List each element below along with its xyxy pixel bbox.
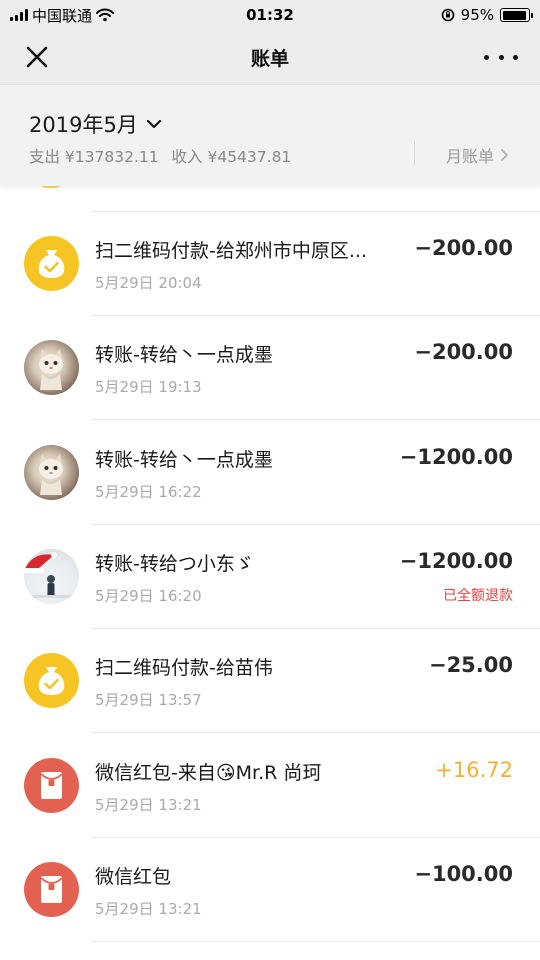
income-total: 收入 ¥45437.81 bbox=[171, 148, 292, 166]
chevron-down-icon bbox=[146, 119, 161, 129]
row-separator bbox=[92, 940, 540, 942]
transaction-amount: −100.00 bbox=[414, 861, 513, 886]
money-bag-icon bbox=[36, 186, 66, 188]
transaction-time: 5月29日 16:22 bbox=[95, 482, 202, 501]
transaction-title: 微信红包 bbox=[95, 865, 172, 888]
status-bar: 中国联通 01:32 95% bbox=[0, 0, 540, 30]
signal-icon bbox=[10, 9, 28, 21]
santa-hat-avatar bbox=[24, 548, 79, 604]
wifi-icon bbox=[96, 8, 115, 22]
transaction-title: 微信红包-来自😘Mr.R 尚珂 bbox=[95, 761, 322, 784]
transaction-title: 扫二维码付款-给苗伟 bbox=[95, 657, 273, 680]
refund-note: 已全额退款 bbox=[443, 587, 513, 604]
bill-summary: 2019年5月 支出 ¥137832.11 收入 ¥45437.81 月账单 bbox=[0, 84, 540, 186]
transaction-row[interactable]: 转账-转给丶一点成墨 5月29日 16:22 −1200.00 bbox=[0, 421, 540, 525]
carrier-name: 中国联通 bbox=[32, 6, 93, 25]
more-icon[interactable] bbox=[484, 42, 518, 72]
close-icon[interactable] bbox=[22, 42, 52, 72]
battery-fill bbox=[502, 10, 527, 20]
transaction-amount: −200.00 bbox=[414, 236, 513, 260]
expense-total: 支出 ¥137832.11 bbox=[29, 148, 159, 166]
transaction-time: 5月29日 20:04 bbox=[95, 274, 202, 292]
transaction-amount: −200.00 bbox=[414, 340, 513, 365]
transaction-row[interactable]: 扫二维码付款-给郑州市中原区... 5月29日 20:04 −200.00 bbox=[0, 212, 540, 316]
transaction-time: 5月29日 19:13 bbox=[95, 378, 202, 397]
totals: 支出 ¥137832.11 收入 ¥45437.81 bbox=[29, 145, 291, 167]
transaction-row[interactable]: 微信红包-来自😘Mr.R 尚珂 5月29日 13:21 +16.72 bbox=[0, 734, 540, 838]
monthly-bill-link[interactable]: 月账单 bbox=[446, 143, 510, 167]
battery-percent: 95% bbox=[460, 6, 494, 24]
transaction-title: 转账-转给つ小东ゞ bbox=[95, 552, 254, 575]
transaction-amount: −1200.00 bbox=[399, 548, 513, 573]
cat-avatar bbox=[24, 340, 79, 396]
transaction-amount: −25.00 bbox=[428, 653, 513, 678]
transaction-list: 扫二维码付款-给郑州市中原区... 5月29日 20:04 −200.00 转账-转给… bbox=[0, 186, 540, 960]
transaction-row[interactable]: 转账-转给つ小东ゞ 5月29日 16:20 −1200.00 已全额退款 bbox=[0, 525, 540, 629]
transaction-amount: −1200.00 bbox=[399, 444, 513, 469]
rotation-lock-icon bbox=[441, 8, 454, 22]
transaction-row[interactable]: 转账-转给丶一点成墨 5月29日 19:13 −200.00 bbox=[0, 316, 540, 421]
money-bag-icon bbox=[24, 236, 79, 291]
transaction-title: 扫二维码付款-给郑州市中原区... bbox=[95, 240, 367, 262]
divider bbox=[414, 141, 415, 165]
transaction-time: 5月29日 13:21 bbox=[95, 795, 202, 814]
transaction-time: 5月29日 13:57 bbox=[95, 691, 202, 710]
status-right: 95% bbox=[441, 6, 533, 24]
transaction-amount: +16.72 bbox=[435, 757, 513, 782]
battery-icon bbox=[500, 8, 533, 22]
money-bag-icon bbox=[24, 653, 79, 709]
month-label: 2019年5月 bbox=[29, 113, 138, 137]
red-packet-icon bbox=[24, 757, 79, 813]
transaction-row[interactable]: 扫二维码付款-给苗伟 5月29日 13:57 −25.00 bbox=[0, 629, 540, 734]
page-title: 账单 bbox=[250, 47, 289, 70]
transaction-title: 转账-转给丶一点成墨 bbox=[95, 344, 273, 367]
status-left: 中国联通 bbox=[10, 5, 115, 26]
chevron-right-icon bbox=[501, 149, 508, 161]
transaction-row[interactable]: 微信红包 5月29日 13:21 −100.00 bbox=[0, 838, 540, 942]
transaction-time: 5月29日 16:20 bbox=[95, 586, 202, 605]
nav-bar: 账单 bbox=[0, 30, 540, 84]
month-selector[interactable]: 2019年5月 bbox=[29, 109, 162, 139]
cat-avatar bbox=[24, 444, 79, 500]
red-packet-icon bbox=[24, 861, 79, 917]
transaction-time: 5月29日 13:21 bbox=[95, 899, 202, 918]
monthly-bill-label: 月账单 bbox=[446, 147, 495, 166]
transaction-title: 转账-转给丶一点成墨 bbox=[95, 448, 273, 471]
